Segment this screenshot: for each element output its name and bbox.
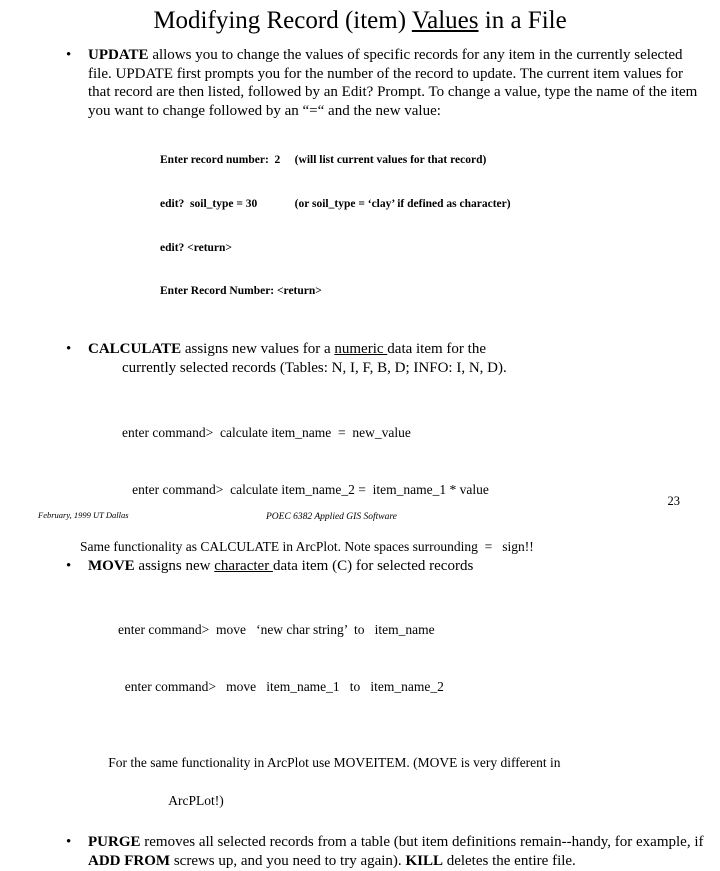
example-line: Enter Record Number: <return> — [160, 285, 322, 298]
slide-body: • UPDATE allows you to change the values… — [0, 46, 720, 871]
bullet-marker-icon: • — [66, 834, 72, 851]
keyword-kill: KILL — [405, 852, 443, 869]
bullet-body-purge-before: removes all selected records from a tabl… — [140, 834, 704, 851]
bullet-body-purge-mid: screws up, and you need to try again). — [170, 852, 406, 869]
page-number: 23 — [667, 494, 681, 508]
bullet-item-calculate: • CALCULATE assigns new values for a num… — [0, 340, 720, 377]
bullet-text-update: UPDATE allows you to change the values o… — [88, 46, 706, 121]
bullet-item-update: • UPDATE allows you to change the values… — [0, 46, 720, 121]
bullet-body-purge-after: deletes the entire file. — [442, 852, 576, 869]
keyword-add-from: ADD FROM — [88, 852, 171, 869]
title-text-before: Modifying Record (item) — [153, 7, 412, 34]
example-line: Enter record number: 2 (will list curren… — [160, 154, 487, 166]
bullet-marker-icon: • — [66, 341, 72, 358]
bullet-body-calculate-before: assigns new values for a — [181, 341, 335, 358]
example-line: edit? <return> — [160, 241, 232, 254]
footer-course-title: POEC 6382 Applied GIS Software — [266, 512, 397, 522]
move-command-block: enter command> move ‘new char string’ to… — [0, 582, 720, 734]
command-line: enter command> calculate item_name = new… — [122, 424, 411, 440]
bullet-underlined-character: character — [214, 557, 273, 574]
keyword-move: MOVE — [88, 557, 135, 574]
bullet-body-update: allows you to change the values of speci… — [88, 47, 698, 120]
bullet-underlined-numeric: numeric — [334, 341, 388, 358]
bullet-text-purge: PURGE removes all selected records from … — [88, 833, 706, 870]
bullet-item-move: • MOVE assigns new character data item (… — [0, 557, 720, 576]
move-note: For the same functionality in ArcPlot us… — [0, 734, 720, 829]
example-line: edit? soil_type = 30 (or soil_type = ‘cl… — [160, 197, 511, 210]
command-line: enter command> move ‘new char string’ to… — [118, 622, 435, 638]
bullet-body-calculate-after: data item for the — [387, 341, 486, 358]
bullet-text-calculate: CALCULATE assigns new values for a numer… — [88, 340, 706, 377]
slide-footer: 23 February, 1999 UT Dallas POEC 6382 Ap… — [0, 492, 720, 540]
bullet-item-purge: • PURGE removes all selected records fro… — [0, 833, 720, 870]
bullet-marker-icon: • — [66, 47, 72, 63]
move-note-line2: ArcPLot!) — [168, 793, 224, 809]
keyword-purge: PURGE — [88, 834, 141, 851]
move-note-line1: For the same functionality in ArcPlot us… — [108, 755, 561, 771]
bullet-text-move: MOVE assigns new character data item (C)… — [88, 557, 706, 576]
bullet-body-move-after: data item (C) for selected records — [272, 557, 474, 574]
bullet-body-move-before: assigns new — [134, 557, 215, 574]
title-text-after: in a File — [478, 7, 567, 34]
slide: Modifying Record (item) Values in a File… — [0, 0, 720, 869]
bullet-body-calculate-line2: currently selected records (Tables: N, I… — [122, 359, 507, 376]
keyword-calculate: CALCULATE — [88, 341, 182, 358]
update-example-block: Enter record number: 2 (will list curren… — [0, 124, 720, 328]
bullet-marker-icon: • — [66, 557, 72, 574]
page-title: Modifying Record (item) Values in a File — [0, 6, 720, 36]
command-line: enter command> move item_name_1 to item_… — [118, 679, 444, 695]
title-text-underlined: Values — [411, 7, 479, 34]
footer-date-institution: February, 1999 UT Dallas — [38, 510, 129, 520]
keyword-update: UPDATE — [88, 47, 149, 63]
